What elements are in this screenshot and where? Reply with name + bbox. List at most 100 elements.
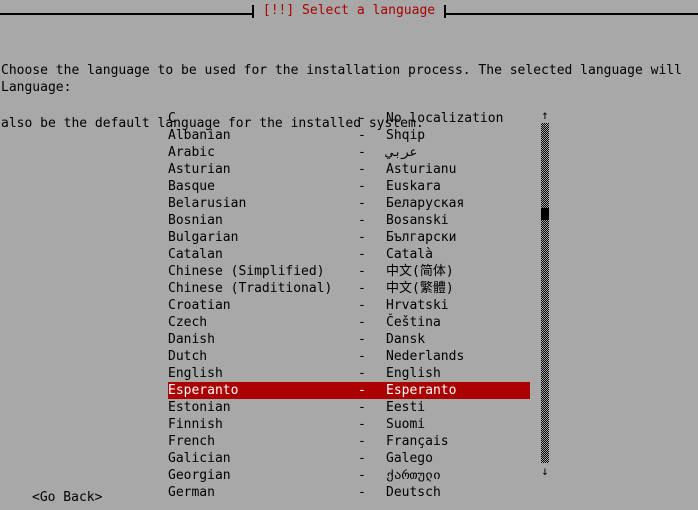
language-name-english: Bulgarian	[168, 230, 239, 245]
language-name-english: Esperanto	[168, 383, 239, 398]
language-name-english: Bosnian	[168, 213, 223, 228]
language-list-item[interactable]: Danish - Dansk	[168, 331, 530, 348]
language-list-item[interactable]: Basque - Euskara	[168, 178, 530, 195]
language-name-native: Беларуская	[386, 196, 465, 211]
language-list-item[interactable]: Croatian - Hrvatski	[168, 297, 530, 314]
language-name-native: Galego	[386, 451, 433, 466]
language-separator: -	[358, 451, 366, 466]
language-list-item[interactable]: Arabic - عربي	[168, 144, 530, 161]
list-scrollbar[interactable]: ↑ ↓	[538, 108, 552, 478]
language-name-english: Czech	[168, 315, 208, 330]
language-list-item[interactable]: Albanian - Shqip	[168, 127, 530, 144]
language-name-native: Esperanto	[386, 383, 457, 398]
language-name-english: Chinese (Simplified)	[168, 264, 325, 279]
language-name-native: Deutsch	[386, 485, 441, 500]
language-name-native: Dansk	[386, 332, 426, 347]
language-list-item[interactable]: Esperanto - Esperanto	[168, 382, 530, 399]
language-name-english: Georgian	[168, 468, 231, 483]
language-list-item[interactable]: Bulgarian - Български	[168, 229, 530, 246]
scroll-down-arrow-icon[interactable]: ↓	[538, 464, 552, 478]
language-name-native: Suomi	[386, 417, 426, 432]
language-separator: -	[358, 179, 366, 194]
language-separator: -	[358, 417, 366, 432]
language-list-item[interactable]: Czech - Čeština	[168, 314, 530, 331]
language-name-english: Albanian	[168, 128, 231, 143]
language-list-item[interactable]: C - No localization	[168, 110, 530, 127]
language-name-english: Basque	[168, 179, 215, 194]
language-separator: -	[358, 468, 366, 483]
language-separator: -	[358, 315, 366, 330]
language-separator: -	[358, 332, 366, 347]
language-separator: -	[358, 366, 366, 381]
language-name-english: French	[168, 434, 215, 449]
go-back-button[interactable]: <Go Back>	[32, 489, 102, 506]
language-list-item[interactable]: Chinese (Traditional) - 中文(繁體)	[168, 280, 530, 297]
language-separator: -	[358, 111, 366, 126]
language-list-item[interactable]: Bosnian - Bosanski	[168, 212, 530, 229]
window-titlebar: [!!] Select a language	[0, 0, 698, 20]
language-list-item[interactable]: English - English	[168, 365, 530, 382]
language-name-native: Čeština	[386, 315, 441, 330]
language-name-native: Bosanski	[386, 213, 449, 228]
window-title: [!!] Select a language	[262, 2, 436, 18]
language-separator: -	[358, 400, 366, 415]
language-separator: -	[358, 434, 366, 449]
language-name-english: Croatian	[168, 298, 231, 313]
language-listbox[interactable]: C - No localization Albanian - Shqip Arabic - عر…	[168, 110, 530, 501]
language-name-english: Danish	[168, 332, 215, 347]
scrollbar-thumb[interactable]	[541, 208, 549, 220]
language-name-native: No localization	[386, 111, 504, 126]
language-name-english: Arabic	[168, 145, 215, 160]
scroll-up-arrow-icon[interactable]: ↑	[538, 108, 552, 122]
language-name-native: ქართული	[386, 468, 441, 483]
language-list-item[interactable]: Galician - Galego	[168, 450, 530, 467]
language-separator: -	[358, 128, 366, 143]
language-separator: -	[358, 298, 366, 313]
language-separator: -	[358, 162, 366, 177]
language-name-english: Estonian	[168, 400, 231, 415]
titlebar-rule-left	[0, 4, 254, 18]
language-name-native: Català	[386, 247, 433, 262]
language-name-native: Hrvatski	[386, 298, 449, 313]
intro-line-1: Choose the language to be used for the i…	[1, 63, 682, 78]
language-name-native: English	[386, 366, 441, 381]
language-separator: -	[358, 145, 366, 160]
language-separator: -	[358, 485, 366, 500]
language-separator: -	[358, 230, 366, 245]
language-field-label: Language:	[1, 80, 72, 95]
language-list-item[interactable]: Chinese (Simplified) - 中文(简体)	[168, 263, 530, 280]
language-separator: -	[358, 196, 366, 211]
language-name-english: Asturian	[168, 162, 231, 177]
language-list-item[interactable]: French - Français	[168, 433, 530, 450]
language-list-item[interactable]: Belarusian - Беларуская	[168, 195, 530, 212]
language-separator: -	[358, 349, 366, 364]
language-list-item[interactable]: Catalan - Català	[168, 246, 530, 263]
language-name-english: Chinese (Traditional)	[168, 281, 333, 296]
language-list-item[interactable]: Estonian - Eesti	[168, 399, 530, 416]
language-name-english: Galician	[168, 451, 231, 466]
language-separator: -	[358, 247, 366, 262]
language-list-item[interactable]: German - Deutsch	[168, 484, 530, 501]
language-list-item[interactable]: Georgian - ქართული	[168, 467, 530, 484]
language-separator: -	[358, 383, 366, 398]
language-name-native: Asturianu	[386, 162, 457, 177]
language-name-english: Belarusian	[168, 196, 247, 211]
scrollbar-trough[interactable]	[541, 123, 549, 463]
language-separator: -	[358, 213, 366, 228]
language-name-native: Euskara	[386, 179, 441, 194]
language-name-english: Catalan	[168, 247, 223, 262]
language-name-native: Български	[386, 230, 457, 245]
titlebar-rule-right	[444, 4, 698, 18]
language-name-english: German	[168, 485, 215, 500]
language-name-native: Nederlands	[386, 349, 465, 364]
language-list-item[interactable]: Asturian - Asturianu	[168, 161, 530, 178]
language-name-native: Français	[386, 434, 449, 449]
language-name-english: C	[168, 111, 176, 126]
language-list-item[interactable]: Finnish - Suomi	[168, 416, 530, 433]
language-list-item[interactable]: Dutch - Nederlands	[168, 348, 530, 365]
language-name-native: Shqip	[386, 128, 426, 143]
language-name-english: Dutch	[168, 349, 208, 364]
language-name-native: Eesti	[386, 400, 426, 415]
language-separator: -	[358, 281, 366, 296]
language-name-english: Finnish	[168, 417, 223, 432]
